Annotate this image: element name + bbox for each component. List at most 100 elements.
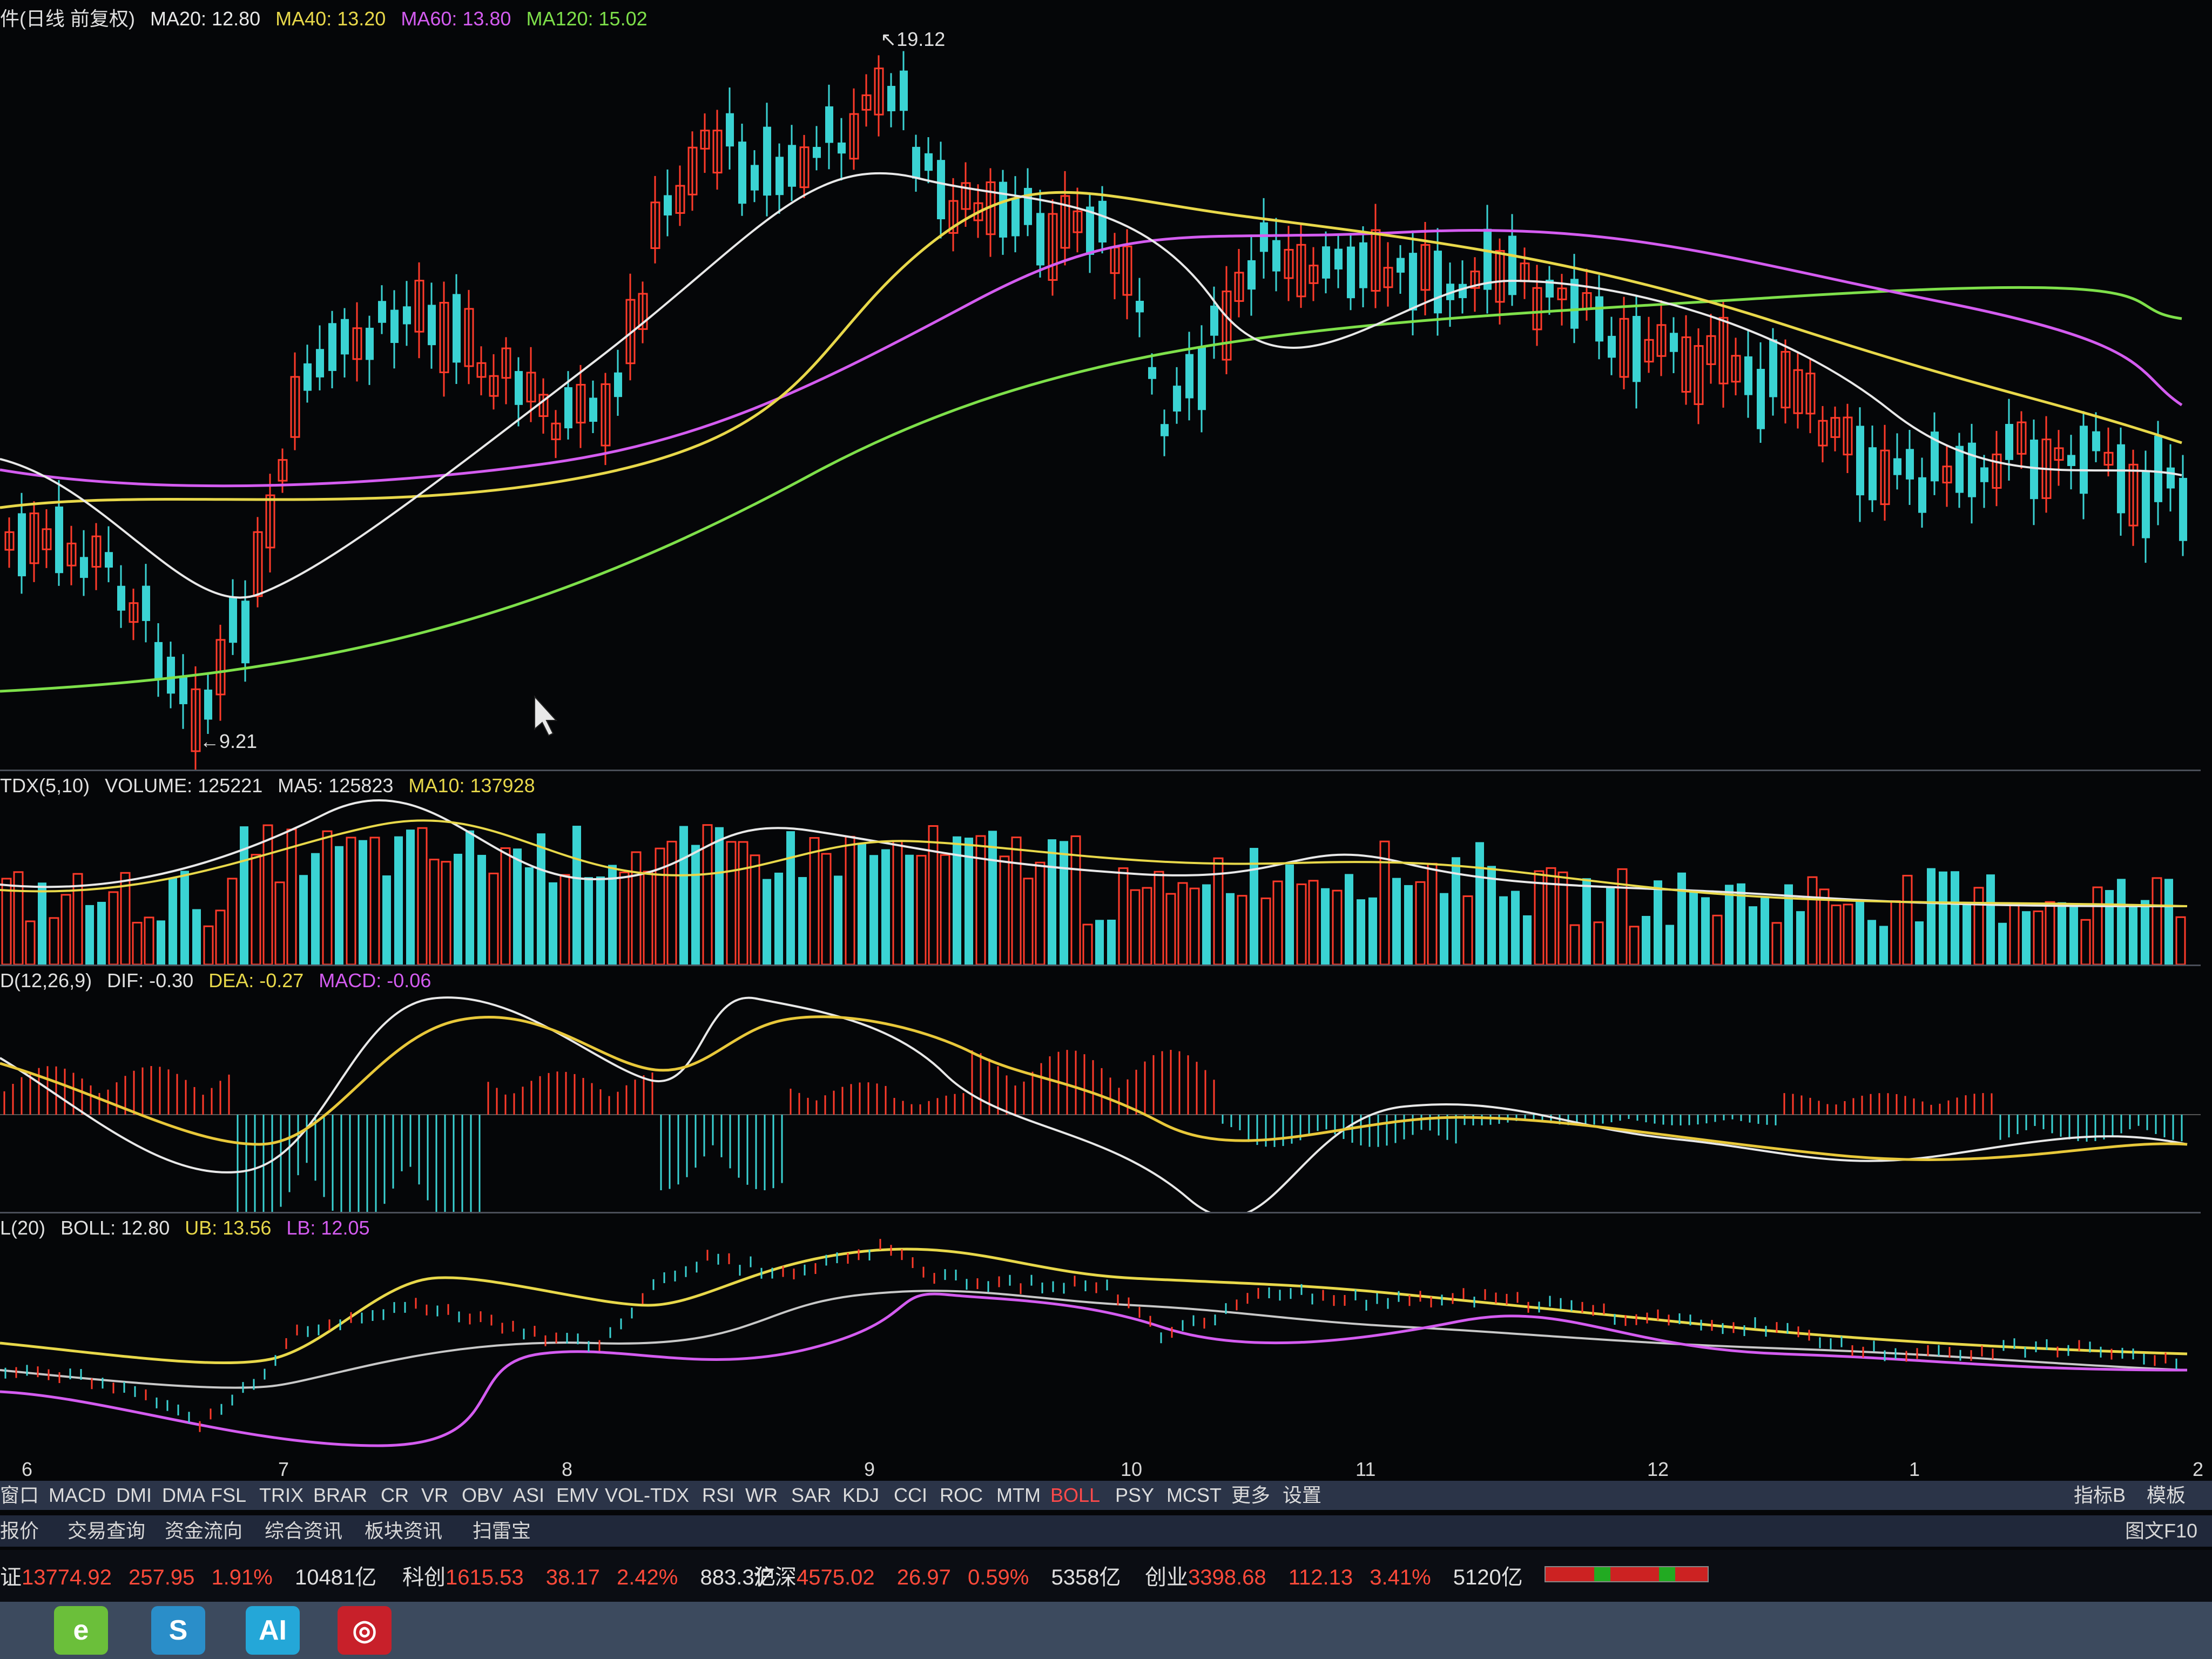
volume-chart[interactable] [0, 771, 2201, 965]
tab-more[interactable]: 更多 [1231, 1481, 1270, 1510]
tab-vol-tdx[interactable]: VOL-TDX [605, 1481, 689, 1510]
candle-body [515, 371, 523, 405]
kline-chart[interactable]: ↖19.12 ←9.21 [0, 0, 2201, 770]
volume-bar [1807, 876, 1818, 965]
index-name: 沪深 [753, 1566, 797, 1589]
candle-body [2154, 435, 2162, 502]
tab-dmi[interactable]: DMI [116, 1481, 152, 1510]
tab-settings[interactable]: 设置 [1283, 1481, 1321, 1510]
candle-body [2080, 426, 2088, 494]
tab-mtm[interactable]: MTM [996, 1481, 1041, 1510]
ai-icon[interactable]: AI [246, 1606, 300, 1655]
volume-bar [1939, 871, 1947, 965]
kline-panel[interactable]: 件(日线 前复权) MA20: 12.80 MA40: 13.20 MA60: … [0, 0, 2201, 770]
volume-bar [1582, 878, 1591, 965]
volume-bar [382, 875, 391, 965]
tab-cci[interactable]: CCI [894, 1481, 927, 1510]
tab-sector-news[interactable]: 板块资讯 [365, 1515, 442, 1547]
index-sz[interactable]: 证13774.92 257.95 1.91% 10481亿 [0, 1560, 376, 1591]
tab-trade-query[interactable]: 交易查询 [68, 1515, 145, 1547]
tab-mcst[interactable]: MCST [1166, 1481, 1222, 1510]
boll-chart[interactable] [0, 1213, 2201, 1455]
macd-chart[interactable] [0, 966, 2201, 1212]
index-kc[interactable]: 科创1615.53 38.17 2.42% 883.3亿 [402, 1560, 776, 1591]
f10-button[interactable]: 图文F10 [2125, 1515, 2197, 1547]
volume-bar [1867, 920, 1876, 965]
high-annotation: ↖19.12 [880, 28, 945, 50]
candle-body [1036, 213, 1044, 266]
tab-brar[interactable]: BRAR [313, 1481, 367, 1510]
month-label: 11 [1355, 1458, 1376, 1480]
candle-body [241, 601, 249, 664]
boll-panel[interactable]: L(20) BOLL: 12.80 UB: 13.56 LB: 12.05 [0, 1213, 2201, 1455]
index-change: 26.97 [896, 1566, 951, 1589]
candle-body [1459, 284, 1467, 299]
candle-body [1769, 339, 1777, 397]
volume-bar [1963, 901, 1971, 965]
volume-bar [549, 882, 557, 965]
tab-wr[interactable]: WR [745, 1481, 778, 1510]
search-s-icon[interactable]: S [151, 1606, 205, 1655]
tab-rsi[interactable]: RSI [702, 1481, 734, 1510]
kline-candles [4, 51, 2187, 770]
index-amount: 10481亿 [294, 1566, 377, 1589]
boll-ub-line [0, 1247, 2188, 1365]
index-hs[interactable]: 沪深4575.02 26.97 0.59% 5358亿 [753, 1560, 1121, 1591]
tab-fund-flow[interactable]: 资金流向 [165, 1515, 242, 1547]
tab-obv[interactable]: OBV [462, 1481, 503, 1510]
candle-body [1397, 258, 1405, 273]
volume-bar [596, 876, 605, 965]
tab-window[interactable]: 窗口 [0, 1481, 39, 1510]
tab-template[interactable]: 模板 [2147, 1481, 2186, 1510]
candle-body [2179, 477, 2187, 541]
macd-panel[interactable]: D(12,26,9) DIF: -0.30 DEA: -0.27 MACD: -… [0, 966, 2201, 1212]
tab-news[interactable]: 综合资讯 [265, 1515, 342, 1547]
tab-indicator-b[interactable]: 指标B [2074, 1481, 2126, 1510]
volume-bar [1629, 926, 1640, 965]
volume-bar [738, 841, 748, 965]
candle-body [1098, 200, 1107, 242]
volume-bar [928, 825, 939, 965]
tab-emv[interactable]: EMV [556, 1481, 598, 1510]
volume-bar [584, 877, 593, 965]
index-amount: 5358亿 [1051, 1566, 1121, 1589]
index-value: 1615.53 [446, 1566, 524, 1589]
volume-bar [1189, 887, 1200, 965]
tab-boll[interactable]: BOLL [1050, 1481, 1100, 1510]
volume-bar [1462, 895, 1473, 965]
tab-asi[interactable]: ASI [513, 1481, 544, 1510]
tab-psy[interactable]: PSY [1115, 1481, 1154, 1510]
volume-bar [2129, 906, 2137, 965]
index-cy[interactable]: 创业3398.68 112.13 3.41% 5120亿 [1145, 1560, 1523, 1591]
month-label: 8 [562, 1458, 573, 1480]
tab-risk-scan[interactable]: 扫雷宝 [473, 1515, 531, 1547]
tab-trix[interactable]: TRIX [259, 1481, 304, 1510]
boll-lb-line [0, 1292, 2188, 1447]
volume-bar [477, 854, 486, 965]
citic-icon[interactable]: ◎ [338, 1606, 392, 1655]
tab-roc[interactable]: ROC [940, 1481, 983, 1510]
candle-body [813, 147, 821, 158]
tab-vr[interactable]: VR [421, 1481, 448, 1510]
volume-panel[interactable]: TDX(5,10) VOLUME: 125221 MA5: 125823 MA1… [0, 771, 2201, 965]
volume-bar [215, 909, 226, 965]
browser-e-icon[interactable]: e [54, 1606, 108, 1655]
volume-bar [1048, 839, 1056, 965]
candle-body [2092, 431, 2100, 451]
volume-bar [1118, 867, 1129, 965]
volume-bar [2105, 890, 2114, 965]
candle-body [142, 585, 150, 621]
volume-bar [227, 878, 238, 965]
tab-sar[interactable]: SAR [791, 1481, 831, 1510]
tab-macd[interactable]: MACD [49, 1481, 106, 1510]
tab-fsl[interactable]: FSL [211, 1481, 246, 1510]
tab-cr[interactable]: CR [381, 1481, 409, 1510]
tab-dma[interactable]: DMA [162, 1481, 205, 1510]
index-pct: 2.42% [616, 1566, 678, 1589]
volume-bar [488, 872, 499, 965]
volume-bar [359, 840, 367, 965]
tab-kdj[interactable]: KDJ [842, 1481, 879, 1510]
tab-quote[interactable]: 报价 [0, 1515, 39, 1547]
volume-bar [1499, 896, 1508, 965]
candle-body [80, 557, 88, 578]
